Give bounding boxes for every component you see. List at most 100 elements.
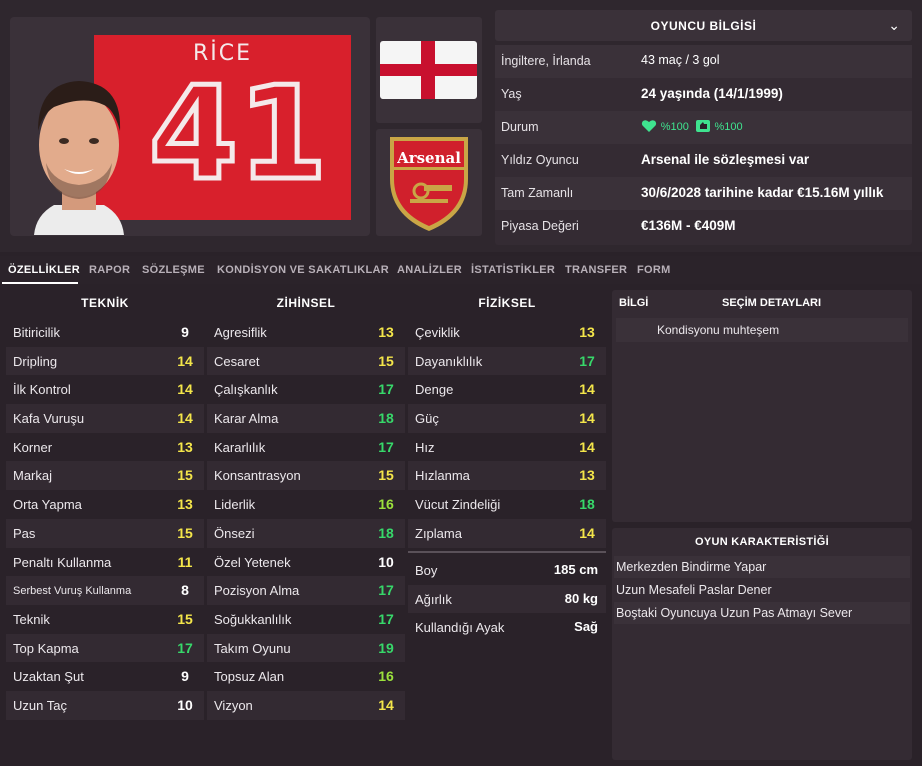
list-item[interactable]: Uzun Mesafeli Paslar Dener (614, 579, 910, 601)
info-key: Piyasa Değeri (501, 219, 579, 233)
tab-report[interactable]: RAPOR (89, 264, 130, 276)
attribute-row[interactable]: İlk Kontrol 14 (6, 375, 204, 404)
attribute-row[interactable]: Liderlik 16 (207, 490, 405, 519)
attribute-name: Cesaret (214, 353, 260, 369)
player-info-table: İngiltere, İrlanda 43 maç / 3 gol Yaş 24… (495, 45, 912, 245)
active-tab-indicator (2, 282, 78, 284)
attribute-row[interactable]: Kararlılık 17 (207, 433, 405, 462)
attribute-row[interactable]: Serbest Vuruş Kullanma 8 (6, 576, 204, 605)
player-info-header[interactable]: OYUNCU BİLGİSİ ⌄ (495, 10, 912, 41)
crest-text: Arsenal (396, 149, 461, 167)
attribute-value: 18 (378, 524, 394, 541)
tab-form[interactable]: FORM (637, 264, 671, 276)
attribute-row[interactable]: Top Kapma 17 (6, 633, 204, 663)
mental-attributes: Agresiflik 13 Cesaret 15 Çalışkanlık 17 Karar … (207, 318, 405, 720)
attribute-row[interactable]: Hız 14 (408, 433, 606, 462)
attribute-value: 13 (579, 324, 595, 340)
attribute-row[interactable]: Agresiflik 13 (207, 318, 405, 347)
attribute-row[interactable]: Korner 13 (6, 433, 204, 462)
info-row-age: Yaş 24 yaşında (14/1/1999) (495, 78, 912, 111)
attribute-row[interactable]: Karar Alma 18 (207, 404, 405, 433)
attribute-name: Zıplama (415, 525, 462, 541)
attribute-name: Boy (415, 563, 438, 578)
attribute-value: 185 cm (553, 562, 598, 577)
attribute-row[interactable]: Dripling 14 (6, 346, 204, 376)
attribute-name: Çeviklik (415, 325, 460, 340)
attribute-value: 17 (378, 582, 394, 599)
info-row-status: Yıldız Oyuncu Arsenal ile sözleşmesi var (495, 144, 912, 177)
info-key: Durum (501, 120, 539, 134)
info-key: Tam Zamanlı (501, 186, 574, 200)
player-portrait-card: RİCE 41 (10, 17, 370, 236)
tab-fitness-injuries[interactable]: KONDİSYON VE SAKATLIKLAR (217, 264, 389, 276)
attribute-row[interactable]: Konsantrasyon 15 (207, 461, 405, 491)
attribute-row[interactable]: Hızlanma 13 (408, 461, 606, 491)
attribute-row[interactable]: Bitiricilik 9 (6, 318, 204, 347)
list-item[interactable]: Merkezden Bindirme Yapar (614, 556, 910, 578)
attribute-name: Konsantrasyon (214, 468, 301, 484)
attribute-row[interactable]: Kullandığı Ayak Sağ (408, 613, 606, 642)
attribute-name: Serbest Vuruş Kullanma (13, 585, 132, 598)
attribute-row[interactable]: Vücut Zindeliği 18 (408, 490, 606, 519)
attribute-name: Orta Yapma (13, 497, 82, 513)
tab-transfer[interactable]: TRANSFER (565, 264, 627, 276)
divider (408, 551, 606, 553)
attribute-row[interactable]: Özel Yetenek 10 (207, 548, 405, 577)
attribute-value: 15 (378, 352, 394, 369)
attribute-value: 15 (378, 467, 394, 484)
club-crest-card[interactable]: Arsenal (376, 129, 482, 236)
selection-details-header: BİLGİ SEÇİM DETAYLARI (612, 290, 912, 316)
attribute-row[interactable]: Markaj 15 (6, 461, 204, 491)
chevron-down-icon[interactable]: ⌄ (888, 17, 900, 34)
attribute-row[interactable]: Cesaret 15 (207, 346, 405, 376)
attribute-row[interactable]: Takım Oyunu 19 (207, 633, 405, 663)
info-value: 30/6/2028 tarihine kadar €15.16M yıllık (641, 185, 884, 200)
attribute-row[interactable]: Vizyon 14 (207, 690, 405, 720)
attribute-row[interactable]: Güç 14 (408, 404, 606, 433)
attribute-value: 10 (378, 553, 394, 570)
attribute-value: 13 (177, 496, 193, 513)
trait-text: Merkezden Bindirme Yapar (616, 560, 767, 574)
attribute-row[interactable]: Dayanıklılık 17 (408, 346, 606, 376)
attribute-row[interactable]: Teknik 15 (6, 605, 204, 634)
attribute-row[interactable]: Uzun Taç 10 (6, 690, 204, 720)
attribute-name: Soğukkanlılık (214, 611, 292, 627)
attribute-name: İlk Kontrol (13, 382, 71, 398)
tab-contract[interactable]: SÖZLEŞME (142, 264, 205, 276)
attribute-row[interactable]: Önsezi 18 (207, 518, 405, 548)
trait-text: Boştaki Oyuncuya Uzun Pas Atmayı Sever (616, 606, 853, 620)
attribute-row[interactable]: Denge 14 (408, 375, 606, 404)
attribute-name: Top Kapma (13, 640, 79, 656)
attribute-row[interactable]: Boy 185 cm (408, 556, 606, 585)
attribute-row[interactable]: Topsuz Alan 16 (207, 662, 405, 691)
tab-statistics[interactable]: İSTATİSTİKLER (471, 264, 555, 276)
england-flag-icon (380, 41, 477, 99)
attribute-row[interactable]: Çeviklik 13 (408, 318, 606, 347)
info-value: 43 maç / 3 gol (641, 53, 720, 67)
attribute-row[interactable]: Çalışkanlık 17 (207, 375, 405, 404)
attribute-value: 17 (177, 639, 193, 656)
attribute-name: Özel Yetenek (214, 554, 291, 570)
tab-analysis[interactable]: ANALİZLER (397, 264, 462, 276)
attribute-name: Kullandığı Ayak (415, 620, 505, 636)
attribute-row[interactable]: Soğukkanlılık 17 (207, 605, 405, 634)
list-item[interactable]: Boştaki Oyuncuya Uzun Pas Atmayı Sever (614, 602, 910, 624)
attribute-name: Vücut Zindeliği (415, 497, 501, 513)
info-value: Arsenal ile sözleşmesi var (641, 152, 810, 167)
attribute-row[interactable]: Uzaktan Şut 9 (6, 662, 204, 691)
attribute-row[interactable]: Penaltı Kullanma 11 (6, 548, 204, 577)
attribute-row[interactable]: Ağırlık 80 kg (408, 584, 606, 614)
attribute-name: Liderlik (214, 497, 256, 513)
tab-attributes[interactable]: ÖZELLİKLER (8, 264, 80, 276)
attribute-row[interactable]: Zıplama 14 (408, 518, 606, 548)
attribute-value: 13 (579, 467, 595, 484)
attribute-name: Teknik (13, 611, 50, 627)
attribute-row[interactable]: Kafa Vuruşu 14 (6, 404, 204, 433)
attribute-value: Sağ (574, 619, 598, 635)
attribute-row[interactable]: Orta Yapma 13 (6, 490, 204, 519)
attribute-row[interactable]: Pozisyon Alma 17 (207, 576, 405, 605)
nationality-flag-card[interactable] (376, 17, 482, 123)
attribute-row[interactable]: Pas 15 (6, 518, 204, 548)
attribute-value: 15 (177, 524, 193, 541)
mental-title: ZİHİNSEL (276, 296, 336, 310)
